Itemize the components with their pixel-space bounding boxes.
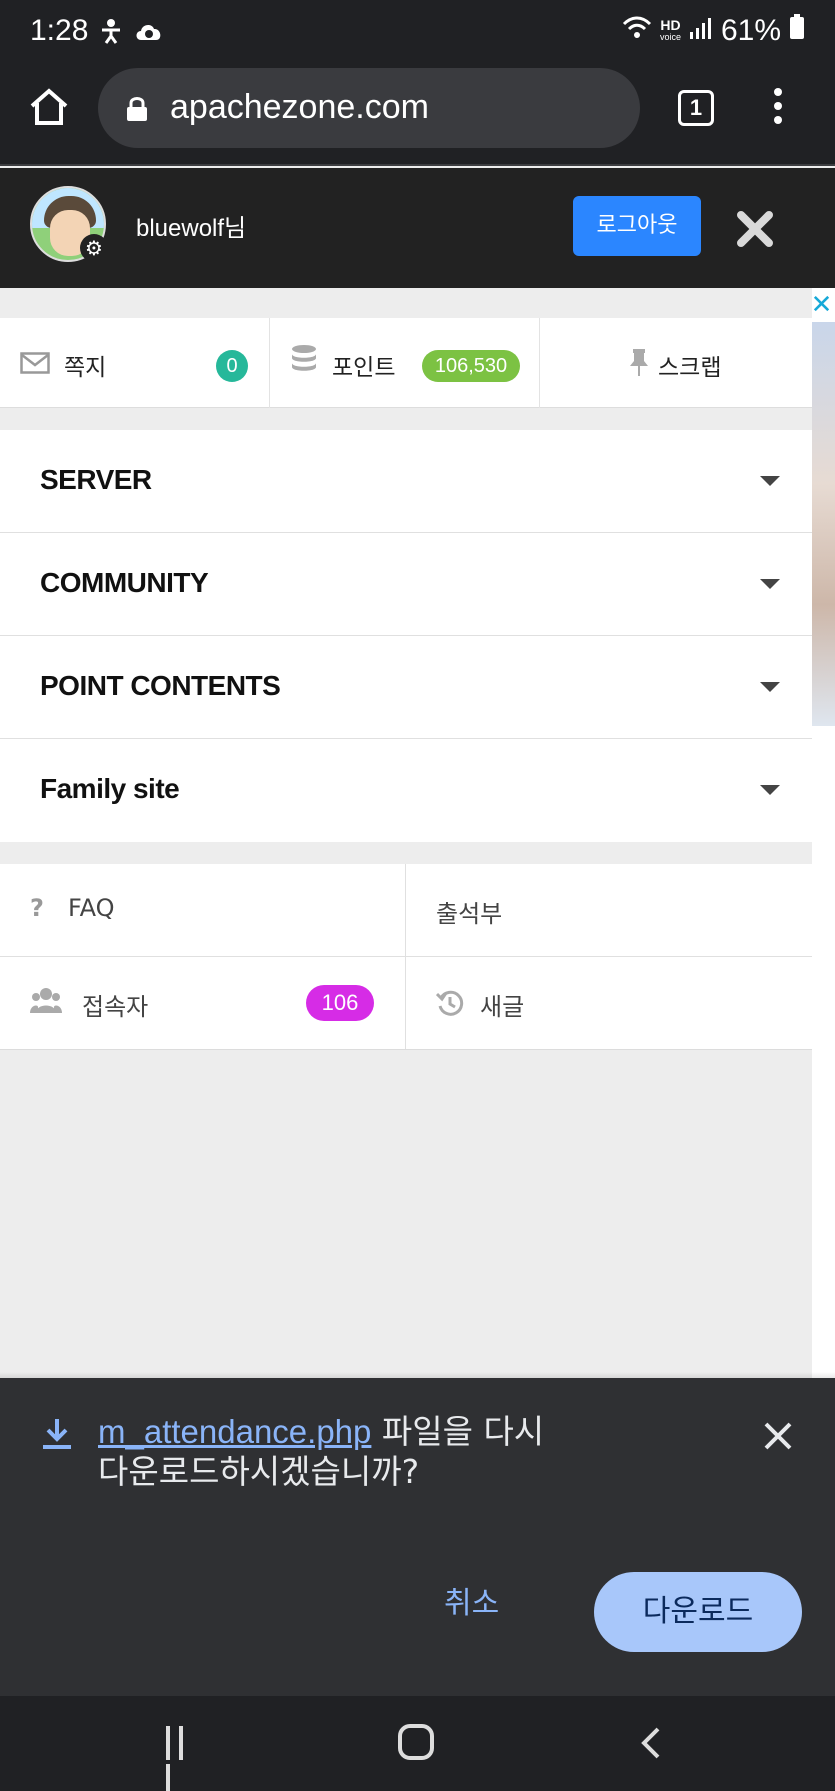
cancel-button[interactable]: 취소 (444, 1574, 499, 1634)
tab-switcher-button[interactable]: 1 (678, 90, 714, 126)
signal-icon (689, 14, 713, 48)
caret-down-icon (760, 785, 780, 795)
recent-apps-icon[interactable] (166, 1726, 200, 1791)
download-message: m_attendance.php 파일을 다시 다운로드하시겠습니까? (98, 1412, 545, 1491)
download-icon (40, 1416, 74, 1452)
download-prompt-sheet: m_attendance.php 파일을 다시 다운로드하시겠습니까? 취소 다… (0, 1378, 835, 1696)
points-badge: 106,530 (422, 350, 520, 382)
drawer-header: ⚙ bluewolf님 로그아웃 (0, 168, 835, 288)
caret-down-icon (760, 476, 780, 486)
history-icon (435, 989, 464, 1021)
category-menu: SERVER COMMUNITY POINT CONTENTS Family s… (0, 430, 812, 842)
cloud-sync-icon (134, 18, 164, 48)
wifi-icon (622, 14, 652, 48)
faq-label: FAQ (68, 894, 115, 922)
menu-item-point-contents[interactable]: POINT CONTENTS (0, 636, 812, 739)
scrap-link[interactable]: 스크랩 (540, 318, 810, 408)
new-posts-label: 새글 (480, 993, 525, 1021)
visitors-link[interactable]: 접속자 106 (0, 957, 406, 1049)
home-nav-icon[interactable] (398, 1724, 434, 1760)
messages-label: 쪽지 (64, 355, 107, 381)
battery-percent: 61% (720, 14, 781, 47)
visitors-label: 접속자 (82, 993, 149, 1021)
database-icon (290, 344, 318, 380)
close-icon[interactable] (736, 210, 774, 248)
messages-link[interactable]: 쪽지 0 (0, 318, 270, 408)
username: bluewolf님 (136, 215, 247, 242)
more-options-icon[interactable] (768, 88, 788, 128)
download-button[interactable]: 다운로드 (594, 1572, 802, 1652)
close-icon[interactable] (760, 1418, 796, 1454)
menu-item-community[interactable]: COMMUNITY (0, 533, 812, 636)
attendance-label: 출석부 (436, 900, 503, 928)
url-text: apachezone.com (170, 88, 429, 126)
visitors-count-badge: 106 (306, 985, 374, 1021)
points-label: 포인트 (332, 355, 396, 381)
menu-item-family-site[interactable]: Family site (0, 739, 812, 842)
question-icon: ? (30, 894, 44, 922)
pin-icon (628, 348, 650, 382)
caret-down-icon (760, 579, 780, 589)
browser-toolbar: apachezone.com 1 (0, 64, 835, 166)
menu-item-server[interactable]: SERVER (0, 430, 812, 533)
back-icon[interactable] (636, 1726, 666, 1760)
status-time: 1:28 (30, 14, 89, 47)
footer-links-grid: ? FAQ 출석부 접속자 106 새글 (0, 864, 812, 1050)
settings-gear-icon[interactable]: ⚙ (80, 234, 108, 262)
home-icon[interactable] (28, 86, 70, 128)
attendance-link[interactable]: 출석부 (406, 864, 812, 956)
menu-item-label: Family site (40, 773, 180, 804)
menu-item-label: SERVER (40, 464, 152, 495)
ad-close-icon[interactable]: ✕ (808, 290, 835, 320)
logout-button[interactable]: 로그아웃 (573, 196, 701, 256)
system-nav-bar (0, 1696, 835, 1791)
caret-down-icon (760, 682, 780, 692)
scrap-label: 스크랩 (658, 355, 722, 381)
envelope-icon (20, 352, 50, 378)
quick-links-bar: 쪽지 0 포인트 106,530 스크랩 (0, 318, 812, 408)
messages-count-badge: 0 (216, 350, 248, 382)
faq-link[interactable]: ? FAQ (0, 864, 406, 956)
battery-icon (789, 14, 805, 48)
menu-item-label: COMMUNITY (40, 567, 209, 598)
hd-voice-indicator: HD voice (659, 17, 681, 42)
points-link[interactable]: 포인트 106,530 (270, 318, 540, 408)
accessibility-icon (98, 18, 124, 48)
ad-image[interactable] (812, 322, 835, 726)
lock-icon (126, 96, 148, 126)
file-link[interactable]: m_attendance.php (98, 1413, 371, 1450)
status-bar: 1:28 HD voice 61% (0, 0, 835, 64)
users-icon (30, 987, 62, 1019)
menu-item-label: POINT CONTENTS (40, 670, 281, 701)
side-drawer: 쪽지 0 포인트 106,530 스크랩 SERVER COMMUNITY PO… (0, 288, 812, 1378)
address-bar[interactable]: apachezone.com (98, 68, 640, 148)
new-posts-link[interactable]: 새글 (406, 957, 812, 1049)
